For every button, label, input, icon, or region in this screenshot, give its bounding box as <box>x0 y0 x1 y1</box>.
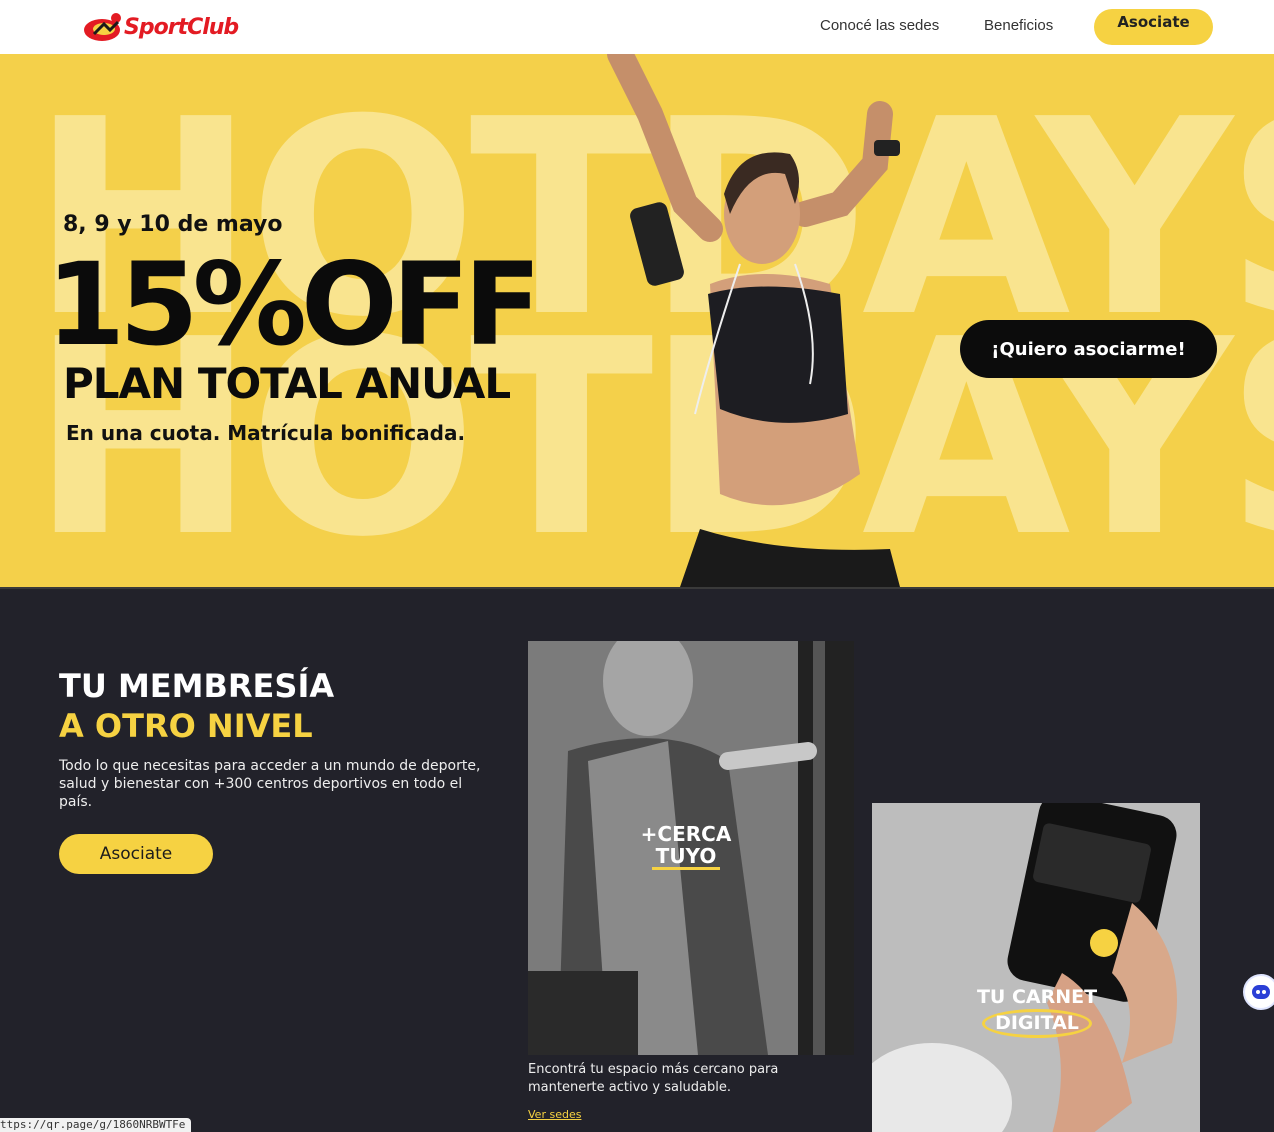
promo-subtitle: En una cuota. Matrícula bonificada. <box>66 421 466 445</box>
promo-discount: 15%OFF <box>46 238 542 371</box>
card-cerca-tuyo[interactable]: +CERCA TUYO <box>528 641 854 1055</box>
membership-title-line2: A OTRO NIVEL <box>59 707 313 745</box>
promo-date: 8, 9 y 10 de mayo <box>63 212 283 237</box>
top-navigation: SportClub Conocé las sedes Beneficios As… <box>0 0 1274 54</box>
status-bar-url: ttps://qr.page/g/1860NRBWTFe <box>0 1118 192 1132</box>
cerca-tuyo-line2: TUYO <box>651 845 721 870</box>
logo-wordmark: SportClub <box>124 14 239 40</box>
cerca-tuyo-line1: +CERCA <box>640 822 732 846</box>
membership-section: TU MEMBRESÍA A OTRO NIVEL Todo lo que ne… <box>0 587 1274 1132</box>
promo-plan: PLAN TOTAL ANUAL <box>63 359 511 408</box>
chat-assistant-icon[interactable] <box>1243 974 1274 1010</box>
nav-link-sedes[interactable]: Conocé las sedes <box>820 17 939 34</box>
carnet-digital-line2: DIGITAL <box>982 1009 1092 1038</box>
nav-asociate-button[interactable]: Asociate <box>1094 9 1213 45</box>
card-carnet-digital[interactable]: TU CARNET DIGITAL <box>872 803 1200 1132</box>
membership-description: Todo lo que necesitas para acceder a un … <box>59 758 481 810</box>
membership-title-line1: TU MEMBRESÍA <box>59 667 335 705</box>
bot-face-icon <box>1252 985 1270 999</box>
cerca-tuyo-caption: Encontrá tu espacio más cercano para man… <box>528 1062 779 1095</box>
cerca-tuyo-tag: +CERCA TUYO <box>626 823 746 870</box>
sportclub-logo[interactable]: SportClub <box>82 10 242 44</box>
runner-logo-icon <box>84 13 121 41</box>
phone-app-photo <box>872 803 1200 1132</box>
hero-banner: HOTDAYS HOTDAYS 8, 9 y 10 de mayo 15%OFF… <box>0 54 1274 587</box>
carnet-digital-line1: TU CARNET <box>976 986 1098 1008</box>
hero-woman-photo <box>607 54 900 587</box>
nav-link-beneficios[interactable]: Beneficios <box>984 17 1053 34</box>
ver-sedes-link[interactable]: Ver sedes <box>528 1108 581 1121</box>
quiero-asociarme-button[interactable]: ¡Quiero asociarme! <box>960 320 1217 378</box>
membership-asociate-button[interactable]: Asociate <box>59 834 213 874</box>
carnet-digital-tag: TU CARNET DIGITAL <box>952 986 1122 1038</box>
